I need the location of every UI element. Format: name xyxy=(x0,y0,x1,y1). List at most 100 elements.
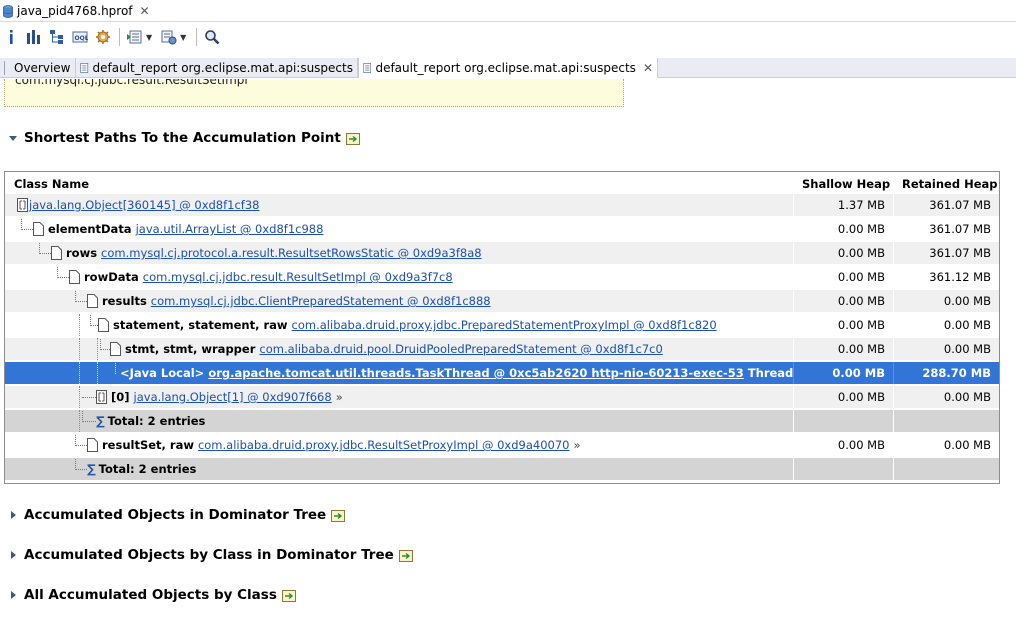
tab-default-report-1[interactable]: default_report org.eclipse.mat.api:suspe… xyxy=(76,58,358,78)
array-object-icon xyxy=(96,390,107,404)
retained-heap-value: 361.07 MB xyxy=(893,218,999,240)
open-in-tab-icon[interactable] xyxy=(398,549,414,562)
shallow-heap-value: 0.00 MB xyxy=(793,266,893,288)
table-row[interactable]: [0] java.lang.Object[1] @ 0xd907f668 » 0… xyxy=(5,386,999,408)
field-name: results xyxy=(102,294,147,308)
shallow-heap-value: 1.37 MB xyxy=(793,194,893,216)
run-report-dropdown-icon[interactable]: ▼ xyxy=(146,33,152,42)
retained-heap-value: 0.00 MB xyxy=(893,338,999,360)
section-title: Shortest Paths To the Accumulation Point xyxy=(24,130,341,146)
editor-tab-heap-dump[interactable]: java_pid4768.hprof ✕ xyxy=(0,0,156,22)
oql-icon[interactable]: OQL xyxy=(71,28,89,46)
table-row[interactable]: rowData com.mysql.cj.jdbc.result.ResultS… xyxy=(5,266,999,288)
object-link[interactable]: java.lang.Object[1] @ 0xd907f668 xyxy=(134,390,332,404)
object-link[interactable]: com.alibaba.druid.pool.DruidPooledPrepar… xyxy=(259,342,662,356)
table-row[interactable]: rows com.mysql.cj.protocol.a.result.Resu… xyxy=(5,242,999,264)
tree-connector xyxy=(115,362,116,374)
tab-close-icon[interactable]: ✕ xyxy=(643,61,653,75)
query-browser-icon[interactable] xyxy=(160,28,178,46)
toolbar: OQL ▼ ▼ xyxy=(0,24,1016,50)
editor-tab-close-icon[interactable]: ✕ xyxy=(140,4,150,18)
section-shortest-paths[interactable]: Shortest Paths To the Accumulation Point xyxy=(8,130,361,146)
collapsed-triangle-icon[interactable] xyxy=(8,550,18,560)
field-name: resultSet, raw xyxy=(102,438,194,452)
table-row-selected[interactable]: <Java Local> org.apache.tomcat.util.thre… xyxy=(5,362,999,384)
tree-guide xyxy=(79,338,80,360)
histogram-icon[interactable] xyxy=(25,28,43,46)
field-name: [0] xyxy=(111,390,130,404)
column-header-retained-heap[interactable]: Retained Heap xyxy=(902,177,998,191)
section-title: Accumulated Objects by Class in Dominato… xyxy=(24,547,394,563)
object-link[interactable]: java.util.ArrayList @ 0xd8f1c988 xyxy=(136,222,324,236)
thread-suffix: Thread xyxy=(747,366,793,380)
expand-more-icon[interactable]: » xyxy=(573,438,580,452)
expanded-triangle-icon[interactable] xyxy=(8,133,18,143)
section-dominator-tree[interactable]: Accumulated Objects in Dominator Tree xyxy=(8,507,346,523)
tree-connector xyxy=(75,434,87,446)
tree-connector xyxy=(82,410,96,422)
table-row[interactable]: stmt, stmt, wrapper com.alibaba.druid.po… xyxy=(5,338,999,360)
retained-heap-value: 288.70 MB xyxy=(893,362,999,384)
table-header: Class Name Shallow Heap Retained Heap xyxy=(5,172,999,194)
tree-connector xyxy=(75,458,87,470)
table-row[interactable]: resultSet, raw com.alibaba.druid.proxy.j… xyxy=(5,434,999,456)
tree-connector xyxy=(75,290,87,302)
tree-connector xyxy=(100,338,110,350)
total-entries-label: Total: 2 entries xyxy=(107,414,206,428)
object-link[interactable]: java.lang.Object[360145] @ 0xd8f1cf38 xyxy=(29,198,259,212)
tab-default-report-1-label: default_report org.eclipse.mat.api:suspe… xyxy=(92,61,353,75)
table-row[interactable]: elementData java.util.ArrayList @ 0xd8f1… xyxy=(5,218,999,240)
suspect-description-text: com.mysql.cj.jdbc.result.ResultSetImpl xyxy=(15,79,248,87)
object-icon xyxy=(110,342,121,356)
tree-guide xyxy=(97,338,98,360)
dominator-tree-icon[interactable] xyxy=(48,28,66,46)
sum-icon: ∑ xyxy=(96,414,105,428)
collapsed-triangle-icon[interactable] xyxy=(8,510,18,520)
report-page-icon xyxy=(363,63,372,73)
object-link[interactable]: com.mysql.cj.jdbc.result.ResultSetImpl @… xyxy=(143,270,453,284)
tree-connector xyxy=(21,218,33,230)
editor-tab-bar: java_pid4768.hprof ✕ xyxy=(0,0,1016,22)
overview-info-icon[interactable] xyxy=(2,28,20,46)
retained-heap-value xyxy=(893,458,999,480)
table-row[interactable]: statement, statement, raw com.alibaba.dr… xyxy=(5,314,999,336)
table-row-total: ∑ Total: 2 entries xyxy=(5,410,999,432)
tab-overview[interactable]: Overview xyxy=(0,58,76,78)
retained-heap-value: 0.00 MB xyxy=(893,386,999,408)
table-row[interactable]: results com.mysql.cj.jdbc.ClientPrepared… xyxy=(5,290,999,312)
column-header-shallow-heap[interactable]: Shallow Heap xyxy=(802,177,890,191)
object-icon xyxy=(51,246,62,260)
object-link[interactable]: com.alibaba.druid.proxy.jdbc.ResultSetPr… xyxy=(198,438,570,452)
object-icon xyxy=(87,294,98,308)
object-icon xyxy=(98,318,109,332)
open-in-tab-icon[interactable] xyxy=(281,589,297,602)
thread-overview-gear-icon[interactable] xyxy=(94,28,112,46)
expand-more-icon[interactable]: » xyxy=(336,390,343,404)
toolbar-separator-2 xyxy=(196,28,198,46)
object-link[interactable]: org.apache.tomcat.util.threads.TaskThrea… xyxy=(208,366,743,380)
run-report-icon[interactable] xyxy=(126,28,144,46)
tab-default-report-2[interactable]: default_report org.eclipse.mat.api:suspe… xyxy=(358,58,658,78)
tree-connector xyxy=(39,242,51,254)
section-all-by-class[interactable]: All Accumulated Objects by Class xyxy=(8,587,297,603)
object-link[interactable]: com.mysql.cj.jdbc.ClientPreparedStatemen… xyxy=(151,294,491,308)
collapsed-triangle-icon[interactable] xyxy=(8,590,18,600)
retained-heap-value: 361.07 MB xyxy=(893,194,999,216)
tab-edge xyxy=(4,61,10,75)
tree-connector xyxy=(82,387,96,398)
query-browser-dropdown-icon[interactable]: ▼ xyxy=(180,33,186,42)
open-in-tab-icon[interactable] xyxy=(331,509,346,522)
retained-heap-value xyxy=(893,410,999,432)
search-icon[interactable] xyxy=(203,28,221,46)
tree-guide xyxy=(79,362,80,384)
table-row[interactable]: java.lang.Object[360145] @ 0xd8f1cf38 1.… xyxy=(5,194,999,216)
column-header-class-name[interactable]: Class Name xyxy=(14,177,89,191)
section-by-class-dominator-tree[interactable]: Accumulated Objects by Class in Dominato… xyxy=(8,547,414,563)
object-link[interactable]: com.mysql.cj.protocol.a.result.Resultset… xyxy=(101,246,482,260)
open-in-tab-icon[interactable] xyxy=(345,132,361,145)
shallow-heap-value: 0.00 MB xyxy=(793,434,893,456)
field-name: stmt, stmt, wrapper xyxy=(125,342,256,356)
object-icon xyxy=(87,438,98,452)
object-link[interactable]: com.alibaba.druid.proxy.jdbc.PreparedSta… xyxy=(292,318,717,332)
retained-heap-value: 361.07 MB xyxy=(893,242,999,264)
